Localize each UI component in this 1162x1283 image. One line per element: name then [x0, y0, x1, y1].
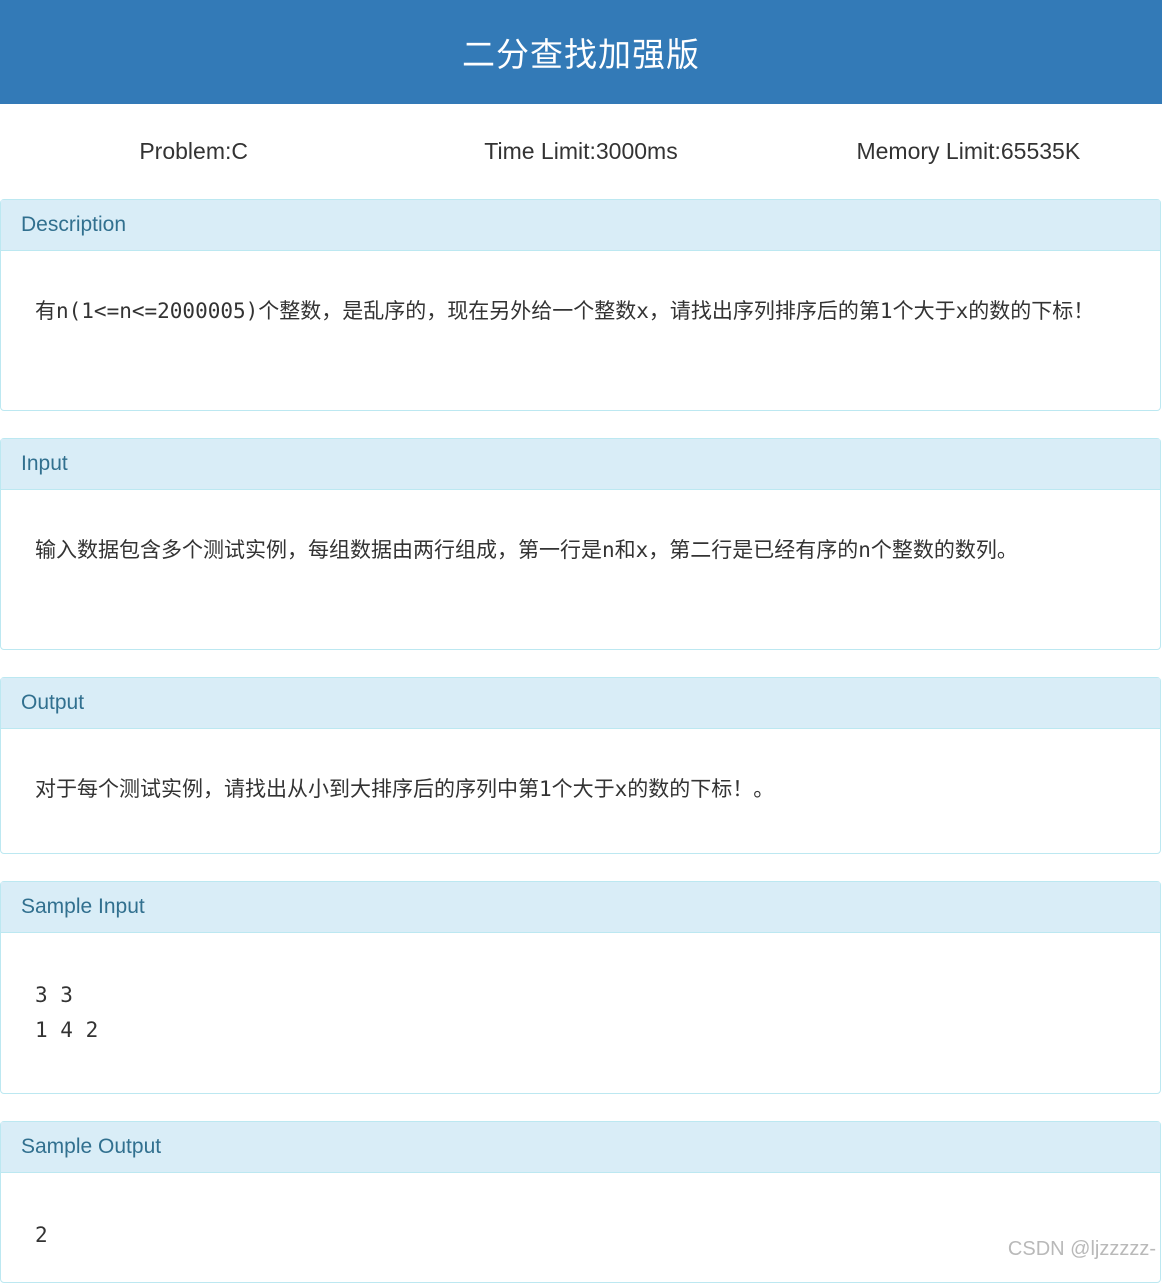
memory-limit: Memory Limit:65535K [856, 137, 1081, 164]
input-text: 输入数据包含多个测试实例，每组数据由两行组成，第一行是n和x，第二行是已经有序的… [35, 538, 1018, 562]
sample-output-text[interactable]: 2 [35, 1218, 1126, 1253]
output-panel: Output 对于每个测试实例，请找出从小到大排序后的序列中第1个大于x的数的下… [0, 677, 1161, 854]
sample-input-panel: Sample Input 3 3 1 4 2 [0, 881, 1161, 1094]
sample-output-heading: Sample Output [1, 1122, 1160, 1173]
limits-row: Problem:C Time Limit:3000ms Memory Limit… [0, 104, 1162, 198]
input-heading: Input [1, 439, 1160, 490]
sample-input-heading: Sample Input [1, 882, 1160, 933]
output-heading: Output [1, 678, 1160, 729]
description-body: 有n(1<=n<=2000005)个整数，是乱序的，现在另外给一个整数x，请找出… [1, 251, 1160, 329]
input-body: 输入数据包含多个测试实例，每组数据由两行组成，第一行是n和x，第二行是已经有序的… [1, 490, 1160, 568]
sample-output-panel: Sample Output 2 [0, 1121, 1161, 1283]
sample-input-text[interactable]: 3 3 1 4 2 [35, 978, 1126, 1048]
sample-output-body: 2 [1, 1173, 1160, 1253]
output-body: 对于每个测试实例，请找出从小到大排序后的序列中第1个大于x的数的下标！。 [1, 729, 1160, 807]
page-title: 二分查找加强版 [0, 0, 1162, 104]
time-limit: Time Limit:3000ms [484, 137, 678, 164]
csdn-watermark: CSDN @ljzzzzz- [1007, 1238, 1156, 1260]
sample-input-body: 3 3 1 4 2 [1, 933, 1160, 1048]
problem-id: Problem:C [139, 137, 248, 164]
page-title-text: 二分查找加强版 [462, 35, 700, 74]
description-text: 有n(1<=n<=2000005)个整数，是乱序的，现在另外给一个整数x，请找出… [35, 299, 1095, 323]
description-heading: Description [1, 200, 1160, 251]
input-panel: Input 输入数据包含多个测试实例，每组数据由两行组成，第一行是n和x，第二行… [0, 438, 1161, 650]
description-panel: Description 有n(1<=n<=2000005)个整数，是乱序的，现在… [0, 199, 1161, 411]
output-text: 对于每个测试实例，请找出从小到大排序后的序列中第1个大于x的数的下标！。 [35, 777, 775, 801]
